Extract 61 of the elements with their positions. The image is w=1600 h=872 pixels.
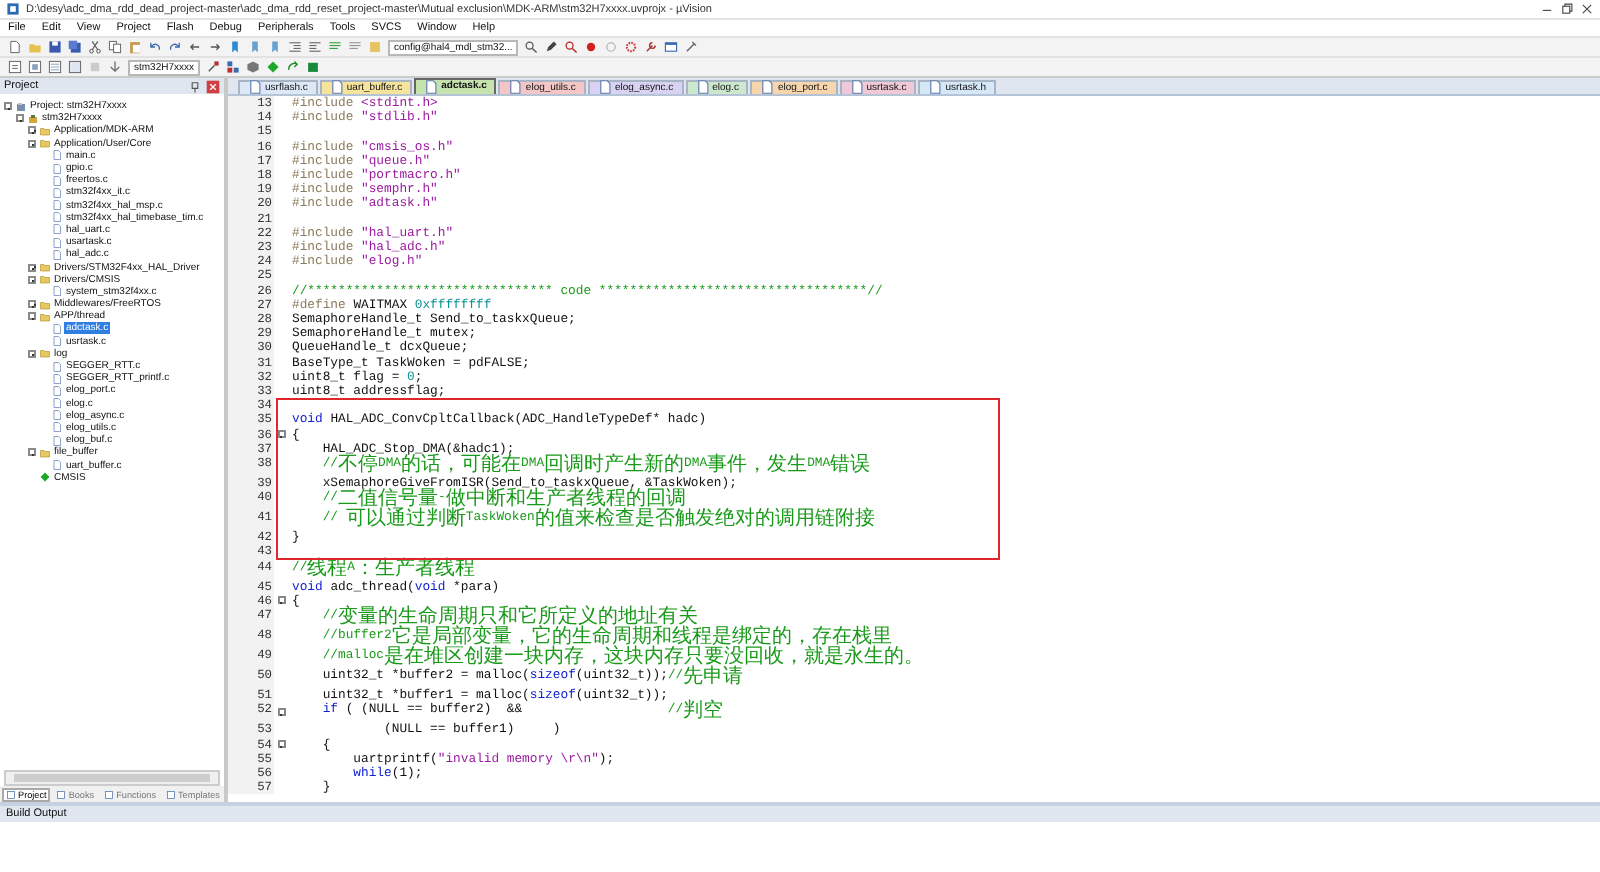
download-icon[interactable] xyxy=(108,60,122,74)
search-icon[interactable] xyxy=(524,40,539,54)
expand-toggle[interactable] xyxy=(28,275,36,284)
options-icon[interactable] xyxy=(206,60,221,74)
folder-icon xyxy=(39,447,49,458)
save-all-icon[interactable] xyxy=(68,40,82,54)
back-arrow-icon[interactable] xyxy=(188,40,202,54)
indent-icon[interactable] xyxy=(288,40,302,54)
wrench-icon[interactable] xyxy=(644,40,659,54)
target-icon xyxy=(27,113,37,124)
file-icon xyxy=(51,460,61,471)
file-icon xyxy=(248,80,262,95)
comment-icon[interactable] xyxy=(328,40,342,54)
uncomment-icon[interactable] xyxy=(348,40,362,54)
cut-icon[interactable] xyxy=(88,40,102,54)
redo-icon[interactable] xyxy=(168,40,182,54)
file-icon xyxy=(51,286,61,297)
window-icon[interactable] xyxy=(664,40,679,54)
rebuild-icon[interactable] xyxy=(48,60,62,74)
fold-toggle[interactable] xyxy=(277,430,285,439)
tab-icon xyxy=(104,789,115,799)
project-icon xyxy=(15,101,25,112)
manage-icon[interactable] xyxy=(226,60,241,74)
save-icon[interactable] xyxy=(48,40,62,54)
arrow-icon[interactable] xyxy=(286,60,301,74)
build-icon[interactable] xyxy=(28,60,42,74)
diamond-icon[interactable] xyxy=(266,60,281,74)
copy-icon[interactable] xyxy=(108,40,122,54)
outdent-icon[interactable] xyxy=(308,40,322,54)
batch-build-icon[interactable] xyxy=(68,60,82,74)
pin-icon[interactable] xyxy=(188,79,202,93)
expand-toggle[interactable] xyxy=(16,114,24,123)
diamond-icon xyxy=(39,472,49,483)
expand-toggle[interactable] xyxy=(28,139,36,148)
select-packs-icon[interactable] xyxy=(246,60,261,74)
tools-icon[interactable] xyxy=(684,40,699,54)
record-icon[interactable] xyxy=(584,40,599,54)
undo-icon[interactable] xyxy=(148,40,162,54)
box-icon[interactable] xyxy=(306,60,321,74)
fold-toggle[interactable] xyxy=(277,708,285,717)
tab-icon xyxy=(6,789,16,799)
expand-toggle[interactable] xyxy=(28,448,36,457)
expand-toggle[interactable] xyxy=(4,102,12,111)
magnifier-icon[interactable] xyxy=(564,40,579,54)
tab-icon xyxy=(166,789,177,799)
expand-toggle[interactable] xyxy=(28,312,36,321)
paste-icon[interactable] xyxy=(128,40,142,54)
tab-icon xyxy=(56,789,67,799)
close-icon[interactable] xyxy=(1580,2,1594,16)
translate-icon[interactable] xyxy=(8,60,22,74)
expand-toggle[interactable] xyxy=(28,126,36,135)
folder-icon xyxy=(39,348,49,359)
expand-toggle[interactable] xyxy=(28,300,36,309)
gear-icon[interactable] xyxy=(624,40,639,54)
expand-toggle[interactable] xyxy=(28,349,36,358)
forward-arrow-icon[interactable] xyxy=(208,40,222,54)
horizontal-scrollbar[interactable] xyxy=(4,770,220,786)
fold-toggle[interactable] xyxy=(277,740,285,749)
fold-toggle[interactable] xyxy=(277,596,285,605)
expand-toggle[interactable] xyxy=(28,263,36,272)
restore-icon[interactable] xyxy=(1560,2,1574,16)
